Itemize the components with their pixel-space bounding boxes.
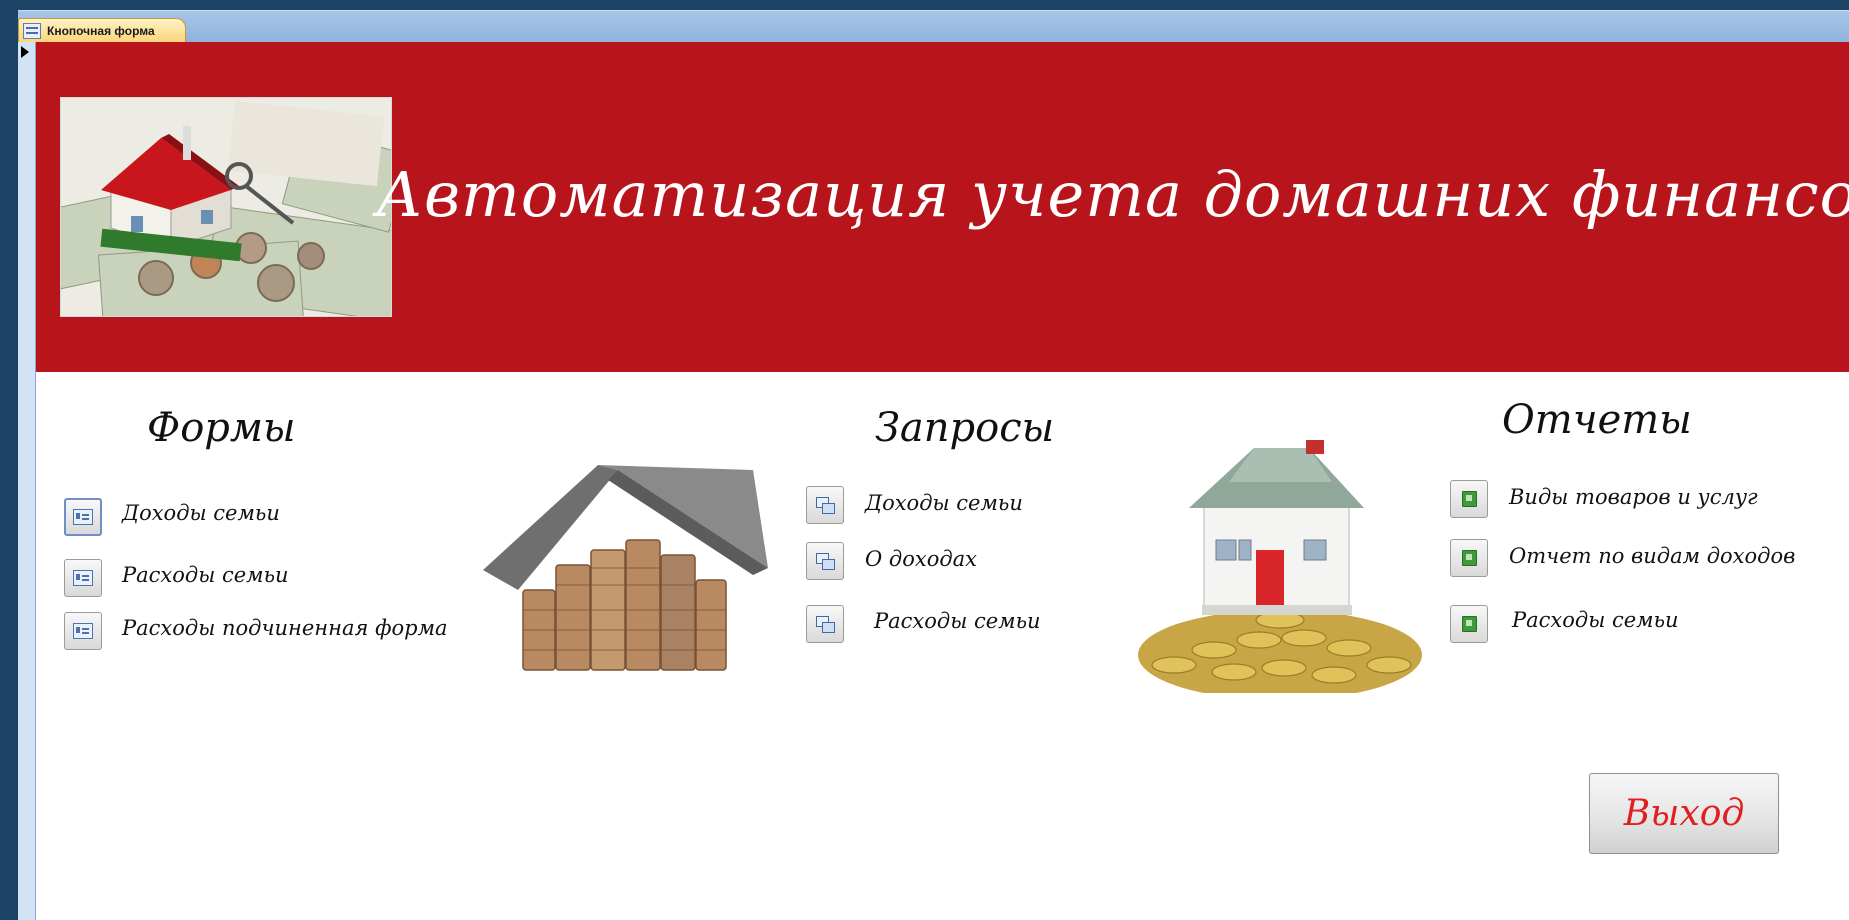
report-icon	[1461, 550, 1477, 566]
report-icon	[1461, 616, 1477, 632]
queries-button-income[interactable]	[806, 486, 844, 524]
house-on-coins-image	[1134, 440, 1426, 700]
report-icon	[1461, 491, 1477, 507]
coin-house-image	[478, 440, 778, 680]
header-house-money-image	[60, 97, 392, 317]
reports-button-expenses[interactable]	[1450, 605, 1488, 643]
query-icon	[816, 553, 835, 570]
form-icon	[73, 509, 93, 525]
tab-label: Кнопочная форма	[47, 24, 155, 38]
form-icon	[73, 623, 93, 639]
query-icon	[816, 616, 835, 633]
form-icon	[23, 23, 41, 39]
forms-button-expenses[interactable]	[64, 559, 102, 597]
section-title-reports: Отчеты	[1502, 397, 1692, 443]
header-band: Автоматизация учета домашних финансов	[36, 42, 1849, 372]
reports-label-expenses[interactable]: Расходы семьи	[1512, 608, 1679, 632]
reports-label-income-types[interactable]: Отчет по видам доходов	[1509, 544, 1795, 568]
exit-button[interactable]: Выход	[1589, 773, 1779, 854]
reports-label-goods-services[interactable]: Виды товаров и услуг	[1509, 485, 1758, 509]
queries-button-expenses[interactable]	[806, 605, 844, 643]
queries-label-expenses[interactable]: Расходы семьи	[874, 609, 1041, 633]
exit-button-label: Выход	[1623, 793, 1745, 834]
forms-label-expenses[interactable]: Расходы семьи	[122, 563, 289, 587]
queries-button-about-income[interactable]	[806, 542, 844, 580]
page-title: Автоматизация учета домашних финансов	[376, 158, 1849, 231]
section-title-queries: Запросы	[875, 405, 1055, 451]
forms-label-income[interactable]: Доходы семьи	[122, 501, 280, 525]
reports-button-goods-services[interactable]	[1450, 480, 1488, 518]
forms-button-expenses-subform[interactable]	[64, 612, 102, 650]
section-title-forms: Формы	[147, 405, 296, 451]
query-icon	[816, 497, 835, 514]
queries-label-income[interactable]: Доходы семьи	[865, 491, 1023, 515]
forms-label-expenses-subform[interactable]: Расходы подчиненная форма	[122, 616, 448, 640]
record-selector-arrow-icon	[21, 46, 29, 58]
queries-label-about-income[interactable]: О доходах	[865, 547, 977, 571]
record-selector-bar[interactable]	[18, 42, 36, 920]
form-icon	[73, 570, 93, 586]
reports-button-income-types[interactable]	[1450, 539, 1488, 577]
switchboard-form: Автоматизация учета домашних финансов Фо…	[36, 42, 1849, 920]
forms-button-income[interactable]	[64, 498, 102, 536]
document-tab-strip: Кнопочная форма	[18, 10, 1849, 43]
tab-switchboard-form[interactable]: Кнопочная форма	[18, 18, 186, 43]
